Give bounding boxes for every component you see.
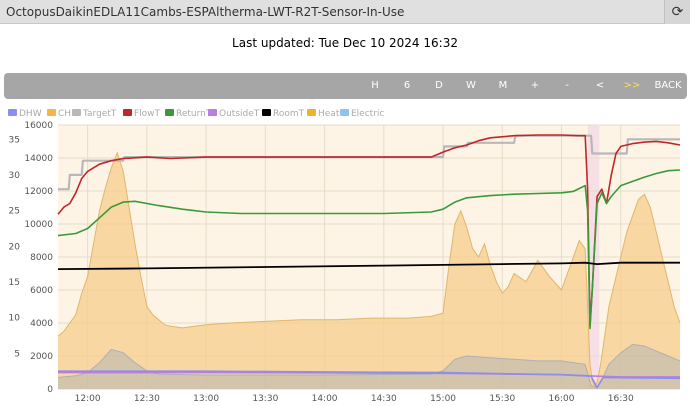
legend-swatch xyxy=(262,109,271,116)
legend-item-returnt: ReturnT xyxy=(165,109,212,119)
x-axis-tick-label: 16:00 xyxy=(549,394,575,404)
x-axis-tick-label: 15:30 xyxy=(489,394,515,404)
legend-label: FlowT xyxy=(134,109,161,119)
toolbar-button-month[interactable]: M xyxy=(488,73,518,99)
x-axis-tick-label: 13:00 xyxy=(193,394,219,404)
toolbar-button-back[interactable]: BACK xyxy=(649,73,687,99)
legend-swatch xyxy=(123,109,132,116)
legend-item-roomt: RoomT xyxy=(262,109,305,119)
toolbar-button-zoom-out[interactable]: - xyxy=(552,73,582,99)
time-range-toolbar: H 6 D W M + - < >> BACK xyxy=(4,73,687,99)
x-axis-tick-label: 14:00 xyxy=(312,394,338,404)
toolbar-button-day[interactable]: D xyxy=(424,73,454,99)
x-axis-tick-label: 14:30 xyxy=(371,394,397,404)
last-updated-text: Last updated: Tue Dec 10 2024 16:32 xyxy=(232,36,458,50)
toolbar-button-hour[interactable]: H xyxy=(360,73,390,99)
right-axis-tick-label: 16000 xyxy=(24,121,53,131)
x-axis-tick-label: 15:00 xyxy=(430,394,456,404)
legend-label: ReturnT xyxy=(176,109,212,119)
x-axis-tick-label: 16:30 xyxy=(608,394,634,404)
left-axis-tick-label: 20 xyxy=(9,242,21,252)
right-axis-tick-label: 6000 xyxy=(30,286,53,296)
legend-item-ch: CH xyxy=(47,109,71,119)
legend-swatch xyxy=(165,109,174,116)
legend-item-heat: Heat xyxy=(307,109,340,119)
legend-swatch xyxy=(47,109,56,116)
right-axis-tick-label: 4000 xyxy=(30,319,53,329)
x-axis-tick-label: 13:30 xyxy=(252,394,278,404)
legend-item-electric: Electric xyxy=(340,109,384,119)
toolbar-button-six-hour[interactable]: 6 xyxy=(392,73,422,99)
right-axis-tick-label: 12000 xyxy=(24,187,53,197)
title-bar: OctopusDaikinEDLA11Cambs-ESPAltherma-LWT… xyxy=(0,0,690,24)
toolbar-button-week[interactable]: W xyxy=(456,73,486,99)
legend-swatch xyxy=(208,109,217,116)
left-axis-tick-label: 15 xyxy=(9,278,20,288)
legend-item-flowt: FlowT xyxy=(123,109,161,119)
x-axis-tick-label: 12:30 xyxy=(134,394,160,404)
legend-item-targett: TargetT xyxy=(72,109,117,119)
refresh-icon[interactable]: ⟳ xyxy=(664,0,690,24)
page-title: OctopusDaikinEDLA11Cambs-ESPAltherma-LWT… xyxy=(6,5,405,19)
legend-item-dhw: DHW xyxy=(8,109,42,119)
x-axis-tick-label: 12:00 xyxy=(75,394,101,404)
left-axis-tick-label: 10 xyxy=(9,314,21,324)
legend-swatch xyxy=(340,109,349,116)
legend-swatch xyxy=(8,109,17,116)
legend-label: Heat xyxy=(318,109,340,119)
toolbar-button-zoom-in[interactable]: + xyxy=(520,73,550,99)
temperature-power-chart: 5 10 15 20 25 30 35 0 2000 4000 6000 8000 10000 12000… xyxy=(8,109,681,404)
toolbar-button-previous[interactable]: < xyxy=(585,73,615,99)
right-axis-tick-label: 14000 xyxy=(24,154,53,164)
legend-item-outsidet: OutsideT xyxy=(208,109,260,119)
legend-swatch xyxy=(307,109,316,116)
legend-label: CH xyxy=(58,109,71,119)
right-axis-tick-label: 0 xyxy=(47,385,53,395)
right-axis-tick-label: 2000 xyxy=(30,352,53,362)
legend-swatch xyxy=(72,109,81,116)
legend-label: OutsideT xyxy=(219,109,260,119)
right-axis-tick-label: 10000 xyxy=(24,220,53,230)
left-axis-tick-label: 35 xyxy=(9,135,20,145)
left-axis-tick-label: 30 xyxy=(9,171,21,181)
legend-label: TargetT xyxy=(82,109,117,119)
toolbar-button-latest[interactable]: >> xyxy=(617,73,647,99)
legend-label: RoomT xyxy=(273,109,305,119)
legend-label: DHW xyxy=(19,109,42,119)
left-axis-tick-label: 25 xyxy=(9,207,20,217)
legend-label: Electric xyxy=(351,109,384,119)
left-axis-tick-label: 5 xyxy=(14,349,20,359)
right-axis-tick-label: 8000 xyxy=(30,253,53,263)
